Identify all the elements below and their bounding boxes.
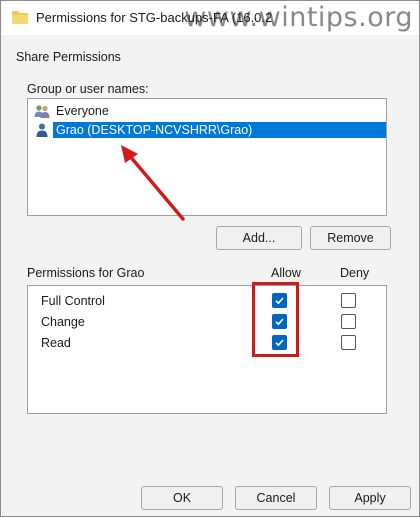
permission-label: Read [41, 336, 71, 350]
deny-column-header: Deny [340, 266, 370, 280]
cancel-button[interactable]: Cancel [235, 486, 317, 510]
deny-checkbox-read[interactable] [341, 335, 356, 350]
annotation-arrow [121, 145, 185, 221]
permissions-list: Full Control Change Read [27, 285, 387, 414]
group-list-label: Group or user names: [27, 82, 149, 96]
ok-button[interactable]: OK [141, 486, 223, 510]
watermark-text: www.wintips.org [184, 2, 413, 33]
user-icon [36, 123, 48, 137]
allow-column-header: Allow [271, 266, 301, 280]
group-user-list[interactable]: Everyone Grao (DESKTOP-NCVSHRR\Grao) [27, 98, 387, 216]
permission-row-read: Read [28, 333, 386, 353]
deny-checkbox-full-control[interactable] [341, 293, 356, 308]
annotation-highlight-box [252, 282, 299, 357]
apply-button[interactable]: Apply [329, 486, 411, 510]
permissions-dialog: Permissions for STG-backups-FA (16.0.2 w… [0, 0, 420, 517]
permission-row-full-control: Full Control [28, 291, 386, 311]
permission-row-change: Change [28, 312, 386, 332]
permission-label: Change [41, 315, 85, 329]
title-bar[interactable]: Permissions for STG-backups-FA (16.0.2 w… [1, 1, 419, 35]
folder-icon [12, 11, 28, 24]
list-item-label: Everyone [56, 104, 109, 118]
deny-checkbox-change[interactable] [341, 314, 356, 329]
users-group-icon [34, 105, 50, 118]
list-item-label: Grao (DESKTOP-NCVSHRR\Grao) [53, 122, 386, 138]
tab-share-permissions[interactable]: Share Permissions [16, 50, 121, 64]
remove-button[interactable]: Remove [310, 226, 391, 250]
add-button[interactable]: Add... [216, 226, 302, 250]
permission-label: Full Control [41, 294, 105, 308]
dialog-footer: OK Cancel Apply [1, 481, 419, 516]
list-item-grao[interactable]: Grao (DESKTOP-NCVSHRR\Grao) [31, 121, 386, 138]
permissions-header: Permissions for Grao [27, 266, 145, 280]
list-item-everyone[interactable]: Everyone [31, 102, 383, 119]
